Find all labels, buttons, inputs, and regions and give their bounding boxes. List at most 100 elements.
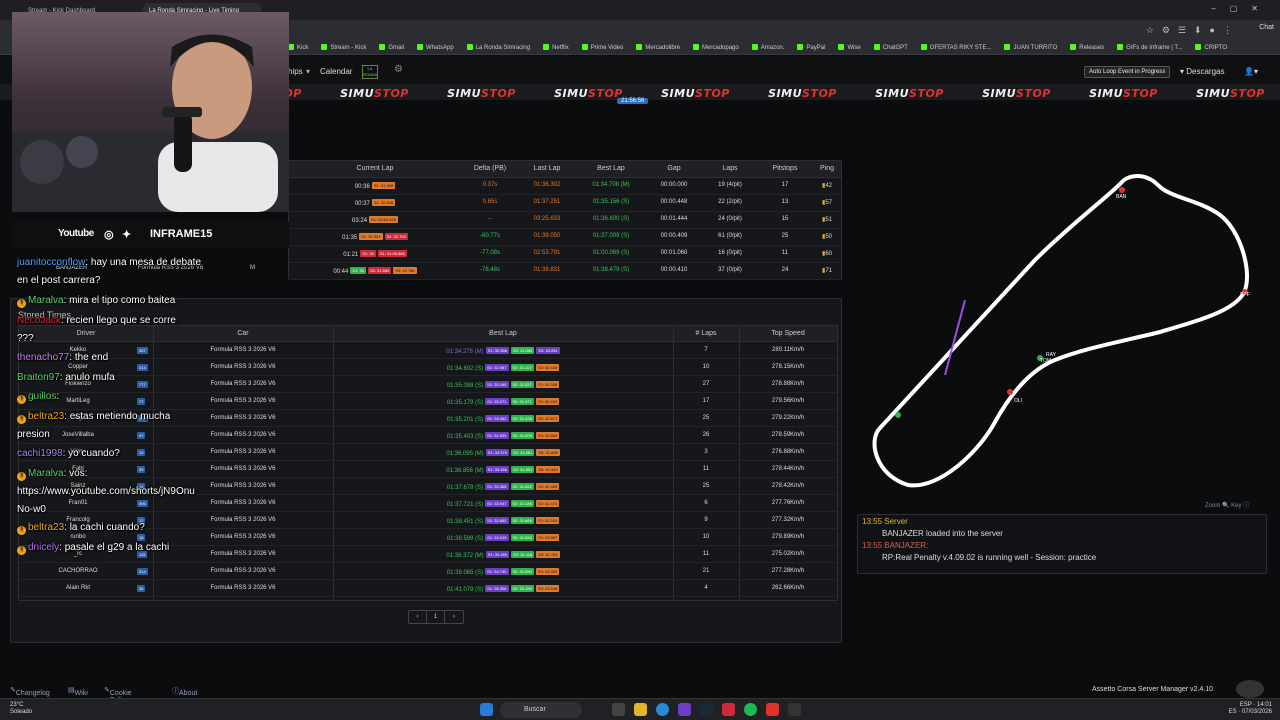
obs-icon[interactable]	[766, 703, 779, 716]
bookmark-label: Stream - Kick	[330, 45, 367, 51]
zoom-button[interactable]: Zoom	[1205, 503, 1220, 509]
next-page-button[interactable]: ›	[445, 611, 463, 623]
bookmark-item[interactable]: PayPal	[797, 44, 825, 51]
prev-page-button[interactable]: ‹	[409, 611, 427, 623]
nav-item-calendar[interactable]: Calendar	[320, 67, 352, 76]
bookmark-item[interactable]: GIFs de Inframe | T...	[1117, 44, 1182, 51]
app-icon[interactable]	[722, 703, 735, 716]
cookie-policy-link[interactable]: ✎ Cookie Policy	[104, 686, 132, 704]
bookmark-item[interactable]: OFERTAS RIKY STE...	[920, 44, 992, 51]
ping-value: 50	[825, 234, 832, 240]
best-lap-cell: 01:37.679 (S) S1: 33.368 S2: 31.822 S3: 42.…	[333, 483, 673, 491]
windows-start-icon[interactable]	[480, 703, 493, 716]
best-lap-cell: 01:34.276 (M) S1: 32.558 S2: 31.065 S3: 40.…	[333, 347, 673, 355]
col-pitstops[interactable]: Pitstops	[759, 165, 811, 172]
bookmark-favicon-icon	[379, 44, 386, 50]
top-speed-cell: 278.15Km/h	[771, 364, 805, 370]
table-row[interactable]: 00:37 S1: 32.626 0.65s 01:37.251 01:35.156 (…	[289, 195, 841, 212]
bookmark-item[interactable]: Wise	[838, 44, 861, 51]
task-view-icon[interactable]	[612, 703, 625, 716]
bookmark-item[interactable]: Kick	[288, 44, 308, 51]
sponsor-text-b: STOP	[909, 87, 944, 100]
top-speed-cell: 277.28Km/h	[771, 568, 805, 574]
app-icon[interactable]	[788, 703, 801, 716]
table-row[interactable]: CACHORRAO 314 Formula RSS 3 2026 V6 01:39.0…	[19, 563, 837, 580]
table-row[interactable]: 03:24 S1: 03:03.926 -- 03:25.633 01:36.600 (…	[289, 212, 841, 229]
best-lap-cell: 01:41.079 (S) S1: 35.306 S2: 32.159 S3: 43.…	[333, 585, 673, 593]
chat-button[interactable]: Chat	[1259, 24, 1274, 31]
bookmark-item[interactable]: Mercadopago	[693, 44, 739, 51]
bookmark-item[interactable]: La Ronda Simracing	[466, 44, 530, 51]
sector-chip: S2: 32.159	[510, 585, 534, 592]
col-best-lap[interactable]: Best Lap	[333, 330, 673, 337]
user-icon[interactable]: 👤▾	[1244, 67, 1258, 76]
streamer-handle: INFRAME15	[150, 228, 213, 240]
col-num-laps[interactable]: # Laps	[673, 330, 739, 337]
table-row[interactable]: 01:21 S1: 30 S1: 01:00.606 -77.08s 02:53.791…	[289, 246, 841, 263]
bookmark-item[interactable]: CRIPTO	[1195, 44, 1227, 51]
bookmark-item[interactable]: JUAN TURRITO	[1004, 44, 1057, 51]
system-tray[interactable]: ESP · 14:01 ES · 07/03/2026	[1229, 702, 1272, 716]
about-link[interactable]: ⓘ About	[172, 686, 197, 697]
col-current-lap[interactable]: Current Lap	[289, 165, 461, 172]
table-row[interactable]: Alain Rkt 35 Formula RSS 3 2026 V6 01:41.07…	[19, 580, 837, 597]
laps-cell: 24 (0/pit)	[718, 216, 742, 222]
col-laps[interactable]: Laps	[701, 165, 759, 172]
spotify-icon[interactable]	[744, 703, 757, 716]
auto-loop-badge: Auto Loop Event in Progress	[1084, 66, 1171, 78]
bookmark-item[interactable]: Amazon.	[751, 44, 784, 51]
steam-icon[interactable]	[700, 703, 713, 716]
table-row[interactable]: 00:44 S1: 30 S2: 31.585 S3: 42.786 -78.48s 01…	[289, 263, 841, 280]
live-timing-table: Current Lap Delta (PB) Last Lap Best Lap…	[288, 160, 842, 280]
sector-chip: S3: 41.474	[535, 500, 560, 507]
sector-chip: S1: 32.558	[485, 347, 509, 354]
bookmark-item[interactable]: Gmail	[379, 44, 404, 51]
col-top-speed[interactable]: Top Speed	[739, 330, 837, 337]
key-button[interactable]: Key	[1231, 503, 1241, 509]
wiki-link[interactable]: ▤ Wiki	[68, 686, 88, 697]
table-row[interactable]: 00:36 S1: 31.598 0.37s 01:36.302 01:34.708 (…	[289, 178, 841, 195]
car-dot	[1119, 187, 1125, 193]
window-controls[interactable]: –▢✕	[1211, 4, 1272, 13]
col-best-lap[interactable]: Best Lap	[575, 165, 647, 172]
downloads-menu[interactable]: ▾ Descargas	[1180, 67, 1225, 76]
nav-item-championships[interactable]: hips	[288, 67, 303, 76]
chat-message: ! Maralva: mira el tipo como baitea	[17, 295, 175, 308]
bookmark-item[interactable]: WhatsApp	[417, 44, 454, 51]
discord-icon[interactable]	[678, 703, 691, 716]
col-ping[interactable]: Ping	[811, 165, 843, 172]
top-speed-cell: 278.44Km/h	[771, 466, 805, 472]
bookmark-item[interactable]: Stream - Kick	[321, 44, 366, 51]
gap-cell: 00:00.410	[660, 267, 688, 273]
server-manager-version: Assetto Corsa Server Manager v2.4.10	[1092, 686, 1214, 693]
log-entry-header: 13:55 BANJAZER:	[862, 541, 928, 550]
session-timer: 21:56:56	[617, 98, 649, 104]
toolbar-icons[interactable]: ☆⚙☰⬇●⋮	[1146, 25, 1240, 36]
bookmark-list: Kick Stream - Kick Gmail WhatsApp La Ronda S…	[288, 44, 1240, 51]
laps-cell: 6	[704, 500, 708, 506]
col-last-lap[interactable]: Last Lap	[519, 165, 575, 172]
chat-username: thenacho77	[17, 352, 70, 363]
bookmark-item[interactable]: Mercadolibre	[636, 44, 680, 51]
la-ronda-logo[interactable]: LA RONDA	[362, 65, 378, 79]
col-gap[interactable]: Gap	[647, 165, 701, 172]
page-1-button[interactable]: 1	[427, 611, 445, 623]
bookmark-item[interactable]: Netflix	[543, 44, 569, 51]
track-map[interactable]: BAN SPF RAY TOM OLI	[860, 160, 1270, 500]
laps-cell: 21	[702, 568, 710, 574]
table-row[interactable]: 01:35 S1: 30.333 S2: 32.793 -60.77s 01:39.05…	[289, 229, 841, 246]
edge-icon[interactable]	[656, 703, 669, 716]
col-delta[interactable]: Delta (PB)	[461, 165, 519, 172]
gear-icon[interactable]: ⚙	[394, 64, 403, 75]
taskbar-search[interactable]: Buscar	[500, 702, 582, 718]
file-explorer-icon[interactable]	[634, 703, 647, 716]
changelog-link[interactable]: ✎ Changelog	[10, 686, 50, 697]
current-lap-cell: 00:36 S1: 31.598	[289, 182, 461, 190]
weather-condition: Soleado	[10, 709, 33, 715]
bookmark-item[interactable]: Prime Video	[581, 44, 623, 51]
bookmark-item[interactable]: Releases	[1070, 44, 1104, 51]
bookmark-label: GIFs de Inframe | T...	[1126, 45, 1183, 51]
bookmark-item[interactable]: ChatGPT	[873, 44, 908, 51]
bookmark-label: OFERTAS RIKY STE...	[929, 45, 992, 51]
weather-widget[interactable]: 23°C Soleado	[10, 702, 32, 716]
